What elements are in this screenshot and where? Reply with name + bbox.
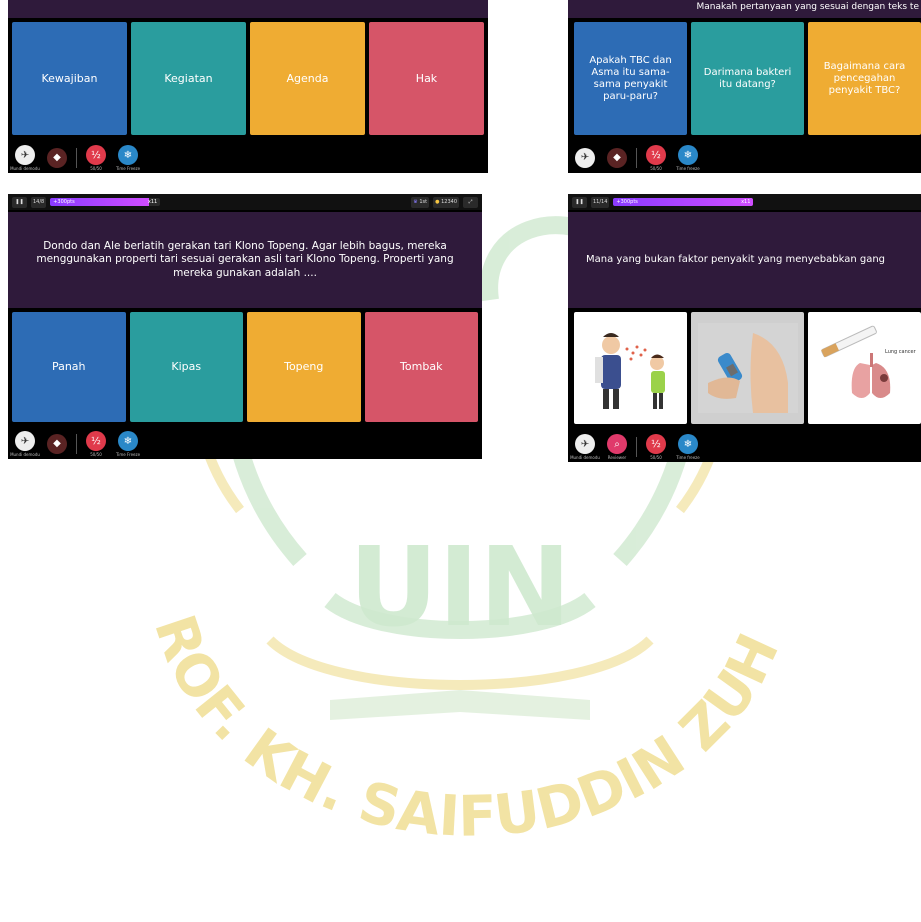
freeze-icon: ❄: [118, 145, 138, 165]
powerup-fifty[interactable]: ½ 50/50: [643, 434, 669, 460]
option-image-2[interactable]: [691, 312, 804, 424]
quiz-panel-b: Manakah pertanyaan yang sesuai dengan te…: [568, 0, 921, 173]
streak-progress: +300pts x11: [613, 198, 754, 206]
option-1[interactable]: Apakah TBC dan Asma itu sama-sama penyak…: [574, 22, 687, 135]
fifty-icon: ½: [86, 145, 106, 165]
powerup-fifty[interactable]: ½ 50/50: [643, 145, 669, 171]
option-1[interactable]: Panah: [12, 312, 126, 422]
question-area: [8, 0, 488, 18]
eraser-icon: ◆: [47, 433, 67, 454]
question-text: Manakah pertanyaan yang sesuai dengan te…: [696, 2, 919, 13]
eraser-icon: ◆: [607, 147, 627, 168]
inhaler-image: [697, 323, 798, 413]
powerup-plane[interactable]: ✈ Mundi demodu: [10, 431, 40, 457]
question-text: Dondo dan Ale berlatih gerakan tari Klon…: [36, 240, 454, 279]
powerup-plane[interactable]: ✈ Mundi demodu: [570, 434, 600, 460]
option-3[interactable]: Topeng: [247, 312, 361, 422]
plane-icon: ✈: [15, 145, 35, 165]
question-area: Dondo dan Ale berlatih gerakan tari Klon…: [8, 212, 482, 308]
question-area: Mana yang bukan faktor penyakit yang men…: [568, 212, 921, 308]
answer-options: Kewajiban Kegiatan Agenda Hak: [8, 22, 488, 135]
option-3[interactable]: Bagaimana cara pencegahan penyakit TBC?: [808, 22, 921, 135]
powerup-bar: ✈ Mundi demodu ◆ ½ 50/50 ❄ Time Freeze: [8, 429, 482, 459]
divider: [76, 148, 77, 168]
streak-progress: +300pts x11: [50, 198, 161, 206]
powerup-bar: ✈ Mundi demodu ◆ ½ 50/50 ❄ Time Freeze: [8, 143, 488, 173]
pause-button[interactable]: ❚❚: [12, 196, 27, 208]
option-image-1[interactable]: [574, 312, 687, 424]
option-1[interactable]: Kewajiban: [12, 22, 127, 135]
eraser-icon: ◆: [47, 147, 67, 168]
option-2[interactable]: Darimana bakteri itu datang?: [691, 22, 804, 135]
watermark-center-text: UIN: [349, 523, 571, 651]
quiz-panel-d: ❚❚ 11/14 +300pts x11 Mana yang bukan fak…: [568, 194, 921, 462]
powerup-eraser[interactable]: ◆: [44, 147, 70, 169]
quiz-panel-a: Kewajiban Kegiatan Agenda Hak ✈ Mundi de…: [8, 0, 488, 173]
powerup-plane[interactable]: ✈: [572, 147, 598, 169]
powerup-freeze[interactable]: ❄ Time freeze: [675, 145, 701, 171]
option-2[interactable]: Kegiatan: [131, 22, 246, 135]
cigarette-lung-image: Lung cancer: [820, 325, 917, 398]
powerup-freeze[interactable]: ❄ Time freeze: [675, 434, 701, 460]
plane-icon: ✈: [15, 431, 35, 451]
answer-options: Lung cancer: [568, 312, 921, 424]
search-icon: ⌕: [607, 434, 627, 454]
fifty-icon: ½: [646, 145, 666, 165]
freeze-icon: ❄: [678, 434, 698, 454]
question-counter: 14/8: [31, 196, 47, 208]
fullscreen-button[interactable]: ⤢: [463, 196, 478, 208]
powerup-freeze[interactable]: ❄ Time Freeze: [115, 145, 141, 171]
top-bar: ❚❚ 14/8 +300pts x11 ♛ 1st ● 12340 ⤢: [8, 194, 482, 210]
divider: [636, 437, 637, 457]
fifty-icon: ½: [646, 434, 666, 454]
freeze-icon: ❄: [678, 145, 698, 165]
option-4[interactable]: Tombak: [364, 312, 478, 422]
option-3[interactable]: Agenda: [250, 22, 365, 135]
powerup-fifty[interactable]: ½ 50/50: [83, 145, 109, 171]
svg-text:Lung cancer: Lung cancer: [885, 349, 917, 355]
powerup-fifty[interactable]: ½ 50/50: [83, 431, 109, 457]
powerup-eraser[interactable]: ◆: [44, 433, 70, 455]
powerup-plane[interactable]: ✈ Mundi demodu: [10, 145, 40, 171]
rank-badge: ♛ 1st: [411, 196, 430, 208]
divider: [636, 148, 637, 168]
plane-icon: ✈: [575, 434, 595, 454]
divider: [76, 434, 77, 454]
powerup-search[interactable]: ⌕ Reviewer: [604, 434, 630, 460]
question-text: Mana yang bukan faktor penyakit yang men…: [586, 253, 886, 265]
freeze-icon: ❄: [118, 431, 138, 451]
powerup-eraser[interactable]: ◆: [604, 147, 630, 169]
option-4[interactable]: Hak: [369, 22, 484, 135]
answer-options: Apakah TBC dan Asma itu sama-sama penyak…: [568, 22, 921, 135]
plane-icon: ✈: [575, 147, 595, 168]
option-2[interactable]: Kipas: [129, 312, 243, 422]
option-image-3[interactable]: Lung cancer: [808, 312, 921, 424]
sneeze-image: [594, 333, 665, 409]
top-bar: ❚❚ 11/14 +300pts x11: [568, 194, 921, 210]
powerup-freeze[interactable]: ❄ Time Freeze: [115, 431, 141, 457]
question-area: Manakah pertanyaan yang sesuai dengan te…: [568, 0, 921, 18]
quiz-panel-c: ❚❚ 14/8 +300pts x11 ♛ 1st ● 12340 ⤢ Dond…: [8, 194, 482, 459]
answer-options: Panah Kipas Topeng Tombak: [8, 312, 482, 422]
pause-button[interactable]: ❚❚: [572, 196, 587, 208]
fifty-icon: ½: [86, 431, 106, 451]
question-counter: 11/14: [591, 196, 610, 208]
powerup-bar: ✈ Mundi demodu ⌕ Reviewer ½ 50/50 ❄ Time…: [568, 432, 921, 462]
powerup-bar: ✈ ◆ ½ 50/50 ❄ Time freeze: [568, 143, 921, 173]
score-badge: ● 12340: [433, 196, 459, 208]
